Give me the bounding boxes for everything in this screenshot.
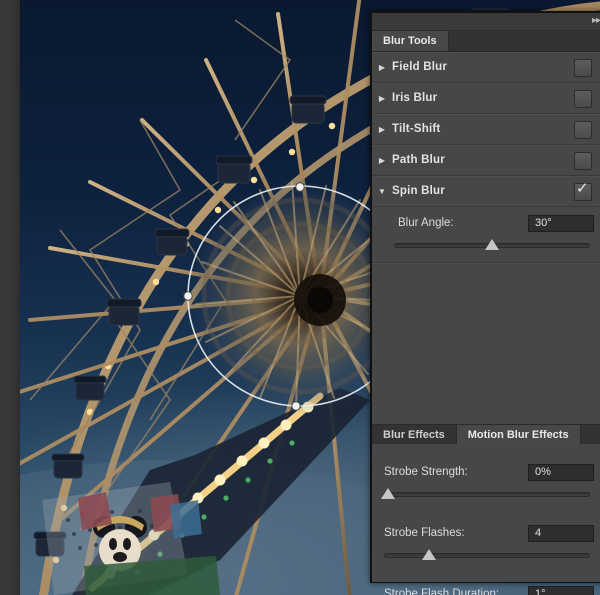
strobe-flashes-label: Strobe Flashes: — [384, 527, 528, 539]
tools-strip — [0, 0, 20, 595]
blur-tool-row-field-blur[interactable]: ▶ Field Blur — [372, 52, 600, 83]
tab-blur-tools[interactable]: Blur Tools — [372, 31, 449, 51]
blur-tool-row-iris-blur[interactable]: ▶ Iris Blur — [372, 83, 600, 114]
checkbox-field-blur[interactable] — [574, 59, 592, 77]
strobe-flashes-value: 4 — [535, 527, 541, 539]
disclosure-triangle-icon[interactable]: ▶ — [372, 125, 392, 134]
blur-angle-slider[interactable] — [394, 238, 590, 252]
strobe-flashes-slider-thumb[interactable] — [422, 549, 436, 561]
checkbox-spin-blur[interactable]: ✓ — [574, 183, 592, 201]
strobe-strength-field[interactable]: 0% — [528, 464, 594, 481]
panel-title-bar: ▸▸ — [372, 13, 600, 31]
blur-tool-label-field-blur: Field Blur — [392, 61, 447, 73]
blur-tool-label-iris-blur: Iris Blur — [392, 92, 437, 104]
blur-tool-label-tilt-shift: Tilt-Shift — [392, 123, 440, 135]
blur-tool-row-spin-blur[interactable]: ▼ Spin Blur ✓ — [372, 176, 600, 207]
control-strobe-strength: Strobe Strength: 0% — [372, 462, 600, 501]
motion-blur-effects-body: Strobe Strength: 0% Strobe Flashes: — [372, 444, 600, 582]
tab-blur-tools-label: Blur Tools — [383, 35, 437, 47]
effects-tab-strip: Blur Effects Motion Blur Effects — [372, 424, 600, 446]
strobe-flashes-field[interactable]: 4 — [528, 525, 594, 542]
blur-angle-field[interactable]: 30° — [528, 215, 594, 232]
panel-body: ▶ Field Blur ▶ Iris Blur ▶ Tilt-Shift ▶ … — [372, 52, 600, 582]
strobe-strength-slider-thumb[interactable] — [381, 488, 395, 500]
strobe-flashes-slider[interactable] — [384, 548, 590, 562]
tab-motion-blur-effects[interactable]: Motion Blur Effects — [457, 425, 581, 445]
panel-divider — [372, 262, 600, 263]
tab-motion-blur-effects-label: Motion Blur Effects — [468, 429, 569, 441]
checkbox-iris-blur[interactable] — [574, 90, 592, 108]
strobe-strength-value: 0% — [535, 466, 551, 478]
blur-tool-row-tilt-shift[interactable]: ▶ Tilt-Shift — [372, 114, 600, 145]
disclosure-triangle-icon[interactable]: ▼ — [372, 187, 392, 196]
blur-tool-label-spin-blur: Spin Blur — [392, 185, 445, 197]
disclosure-triangle-icon[interactable]: ▶ — [372, 63, 392, 72]
control-strobe-flash-duration: Strobe Flash Duration: 1° — [372, 584, 600, 595]
strobe-flash-duration-field[interactable]: 1° — [528, 586, 594, 595]
checkbox-path-blur[interactable] — [574, 152, 592, 170]
checkmark-icon: ✓ — [576, 181, 589, 197]
tab-blur-effects-label: Blur Effects — [383, 429, 445, 441]
blur-tool-label-path-blur: Path Blur — [392, 154, 445, 166]
strobe-strength-slider-track[interactable] — [384, 492, 590, 497]
checkbox-tilt-shift[interactable] — [574, 121, 592, 139]
blur-angle-slider-thumb[interactable] — [485, 239, 499, 251]
strobe-strength-slider[interactable] — [384, 487, 590, 501]
strobe-flashes-slider-track[interactable] — [384, 553, 590, 558]
disclosure-triangle-icon[interactable]: ▶ — [372, 94, 392, 103]
control-strobe-flashes: Strobe Flashes: 4 — [372, 523, 600, 562]
strobe-strength-label: Strobe Strength: — [384, 466, 528, 478]
blur-angle-value: 30° — [535, 217, 552, 229]
control-blur-angle: Blur Angle: 30° — [372, 207, 600, 254]
photoshop-blur-gallery-screen: ▸▸ Blur Tools ▶ Field Blur ▶ Iris Blur — [0, 0, 600, 595]
tab-blur-effects[interactable]: Blur Effects — [372, 425, 457, 445]
panel-tab-strip: Blur Tools — [372, 31, 600, 52]
blur-angle-label: Blur Angle: — [398, 217, 528, 229]
blur-tool-row-path-blur[interactable]: ▶ Path Blur — [372, 145, 600, 176]
strobe-flash-duration-value: 1° — [535, 588, 546, 595]
disclosure-triangle-icon[interactable]: ▶ — [372, 156, 392, 165]
strobe-flash-duration-label: Strobe Flash Duration: — [384, 588, 528, 595]
blur-tools-panel: ▸▸ Blur Tools ▶ Field Blur ▶ Iris Blur — [370, 11, 600, 583]
chevron-double-right-icon[interactable]: ▸▸ — [592, 15, 600, 27]
